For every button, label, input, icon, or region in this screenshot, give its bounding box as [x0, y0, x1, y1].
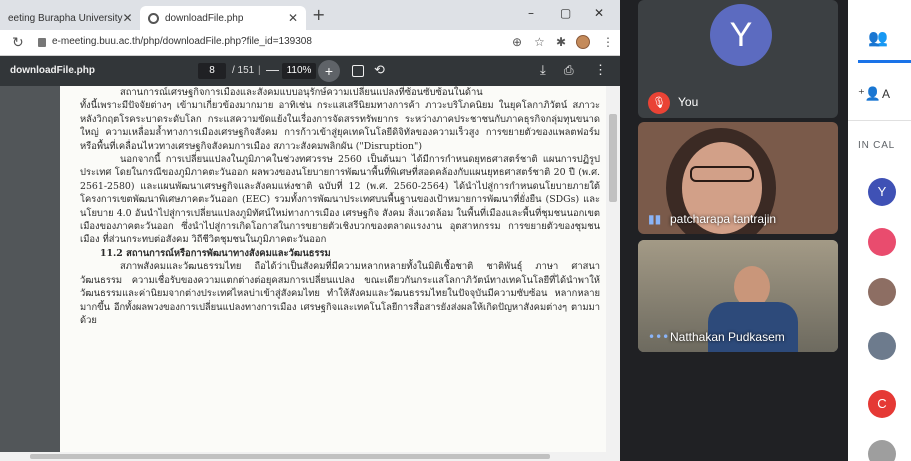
- tab-strip: eeting Burapha University ✕ downloadFile…: [0, 0, 620, 30]
- paragraph: สถานการณ์เศรษฐกิจการเมืองและสังคมแบบอนุร…: [120, 87, 483, 98]
- add-people-button[interactable]: ⁺👤 A: [848, 84, 911, 106]
- tab-burapha[interactable]: eeting Burapha University ✕: [0, 6, 140, 30]
- participant-avatar[interactable]: Y: [868, 178, 896, 206]
- tab-label: downloadFile.php: [165, 12, 244, 24]
- minimize-button[interactable]: –: [528, 6, 534, 20]
- print-icon[interactable]: ⎙: [564, 63, 574, 78]
- participant-avatar[interactable]: C: [868, 390, 896, 418]
- paragraph: นอกจากนี้ การเปลี่ยนแปลงในภูมิภาคในช่วงท…: [80, 154, 600, 246]
- download-icon[interactable]: ⤓: [540, 62, 546, 78]
- people-panel: 👥 ⁺👤 A IN CAL Y C: [848, 0, 911, 461]
- star-icon[interactable]: ☆: [534, 35, 545, 49]
- close-icon[interactable]: ✕: [288, 11, 298, 25]
- pdf-menu-icon[interactable]: ⋮: [594, 62, 607, 78]
- section-heading: 11.2 สถานการณ์หรือการพัฒนาทางสังคมและวัฒ…: [100, 247, 331, 259]
- pdf-title: downloadFile.php: [10, 65, 95, 76]
- participant-tile[interactable]: ▮▮ patcharapa tantrajin: [638, 122, 838, 234]
- self-tile[interactable]: Y 🎙 You: [638, 0, 838, 118]
- people-icon[interactable]: 👥: [868, 28, 888, 48]
- zoom-level-input[interactable]: 110%: [282, 63, 316, 79]
- pdf-page: สถานการณ์เศรษฐกิจการเมืองและสังคมแบบอนุร…: [60, 86, 606, 461]
- globe-icon: [148, 12, 159, 24]
- reload-icon[interactable]: ↻: [12, 34, 24, 51]
- divider: [848, 120, 911, 121]
- participant-name: patcharapa tantrajin: [670, 212, 777, 226]
- scroll-thumb[interactable]: [609, 114, 617, 202]
- shirt-shape: [708, 302, 798, 352]
- add-people-label: A: [882, 87, 891, 101]
- pdf-toolbar: downloadFile.php 8 / 151 | — 110% + ⟲ ⤓ …: [0, 56, 620, 86]
- add-person-icon: ⁺👤: [858, 86, 882, 101]
- new-tab-button[interactable]: +: [312, 5, 325, 24]
- tab-label: eeting Burapha University: [8, 12, 123, 24]
- participant-avatar[interactable]: [868, 228, 896, 256]
- participant-name: You: [678, 95, 699, 109]
- browser-toolbar: ↻ e-meeting.buu.ac.th/php/downloadFile.p…: [0, 30, 620, 56]
- glasses-shape: [690, 166, 754, 182]
- mic-off-icon: 🎙: [648, 92, 670, 114]
- extensions-icon[interactable]: ✱: [556, 35, 566, 49]
- paragraph: สภาพสังคมและวัฒนธรรมไทย ถือได้ว่าเป็นสัง…: [80, 261, 600, 326]
- browser-window: eeting Burapha University ✕ downloadFile…: [0, 0, 620, 461]
- audio-level-icon: •••: [648, 330, 670, 344]
- vertical-scrollbar[interactable]: [606, 86, 620, 461]
- page-number-input[interactable]: 8: [198, 63, 226, 79]
- maximize-button[interactable]: ▢: [560, 6, 571, 20]
- tab-download[interactable]: downloadFile.php ✕: [140, 6, 306, 30]
- browser-menu-icon[interactable]: ⋮: [602, 35, 614, 49]
- screen: eeting Burapha University ✕ downloadFile…: [0, 0, 911, 461]
- address-bar[interactable]: e-meeting.buu.ac.th/php/downloadFile.php…: [52, 36, 312, 47]
- zoom-out-button[interactable]: —: [266, 62, 279, 77]
- pdf-viewport[interactable]: สถานการณ์เศรษฐกิจการเมืองและสังคมแบบอนุร…: [0, 86, 620, 461]
- participant-tile[interactable]: ••• Natthakan Pudkasem: [638, 240, 838, 352]
- participant-avatar[interactable]: [868, 332, 896, 360]
- profile-avatar[interactable]: [576, 35, 590, 52]
- zoom-in-button[interactable]: +: [318, 60, 340, 82]
- participant-avatar[interactable]: [868, 278, 896, 306]
- avatar: Y: [710, 4, 772, 66]
- zoom-icon[interactable]: ⊕: [512, 35, 522, 49]
- page-text: สถานการณ์เศรษฐกิจการเมืองและสังคมแบบอนุร…: [80, 86, 600, 327]
- fit-page-icon[interactable]: [352, 65, 364, 77]
- close-icon[interactable]: ✕: [123, 11, 133, 25]
- close-window-button[interactable]: ✕: [594, 6, 604, 20]
- horizontal-scrollbar[interactable]: [0, 452, 606, 461]
- rotate-icon[interactable]: ⟲: [374, 62, 385, 78]
- paragraph: ทั้งนี้เพราะมีปัจจัยต่างๆ เข้ามาเกี่ยวข้…: [80, 100, 600, 152]
- participant-avatar[interactable]: [868, 440, 896, 461]
- audio-level-icon: ▮▮: [648, 212, 662, 226]
- in-call-heading: IN CAL: [858, 140, 896, 151]
- lock-icon[interactable]: [38, 38, 46, 47]
- divider: |: [258, 65, 261, 76]
- tab-indicator: [858, 60, 911, 63]
- participant-name: Natthakan Pudkasem: [670, 330, 785, 344]
- scroll-thumb[interactable]: [30, 454, 550, 459]
- page-total: / 151: [232, 65, 255, 76]
